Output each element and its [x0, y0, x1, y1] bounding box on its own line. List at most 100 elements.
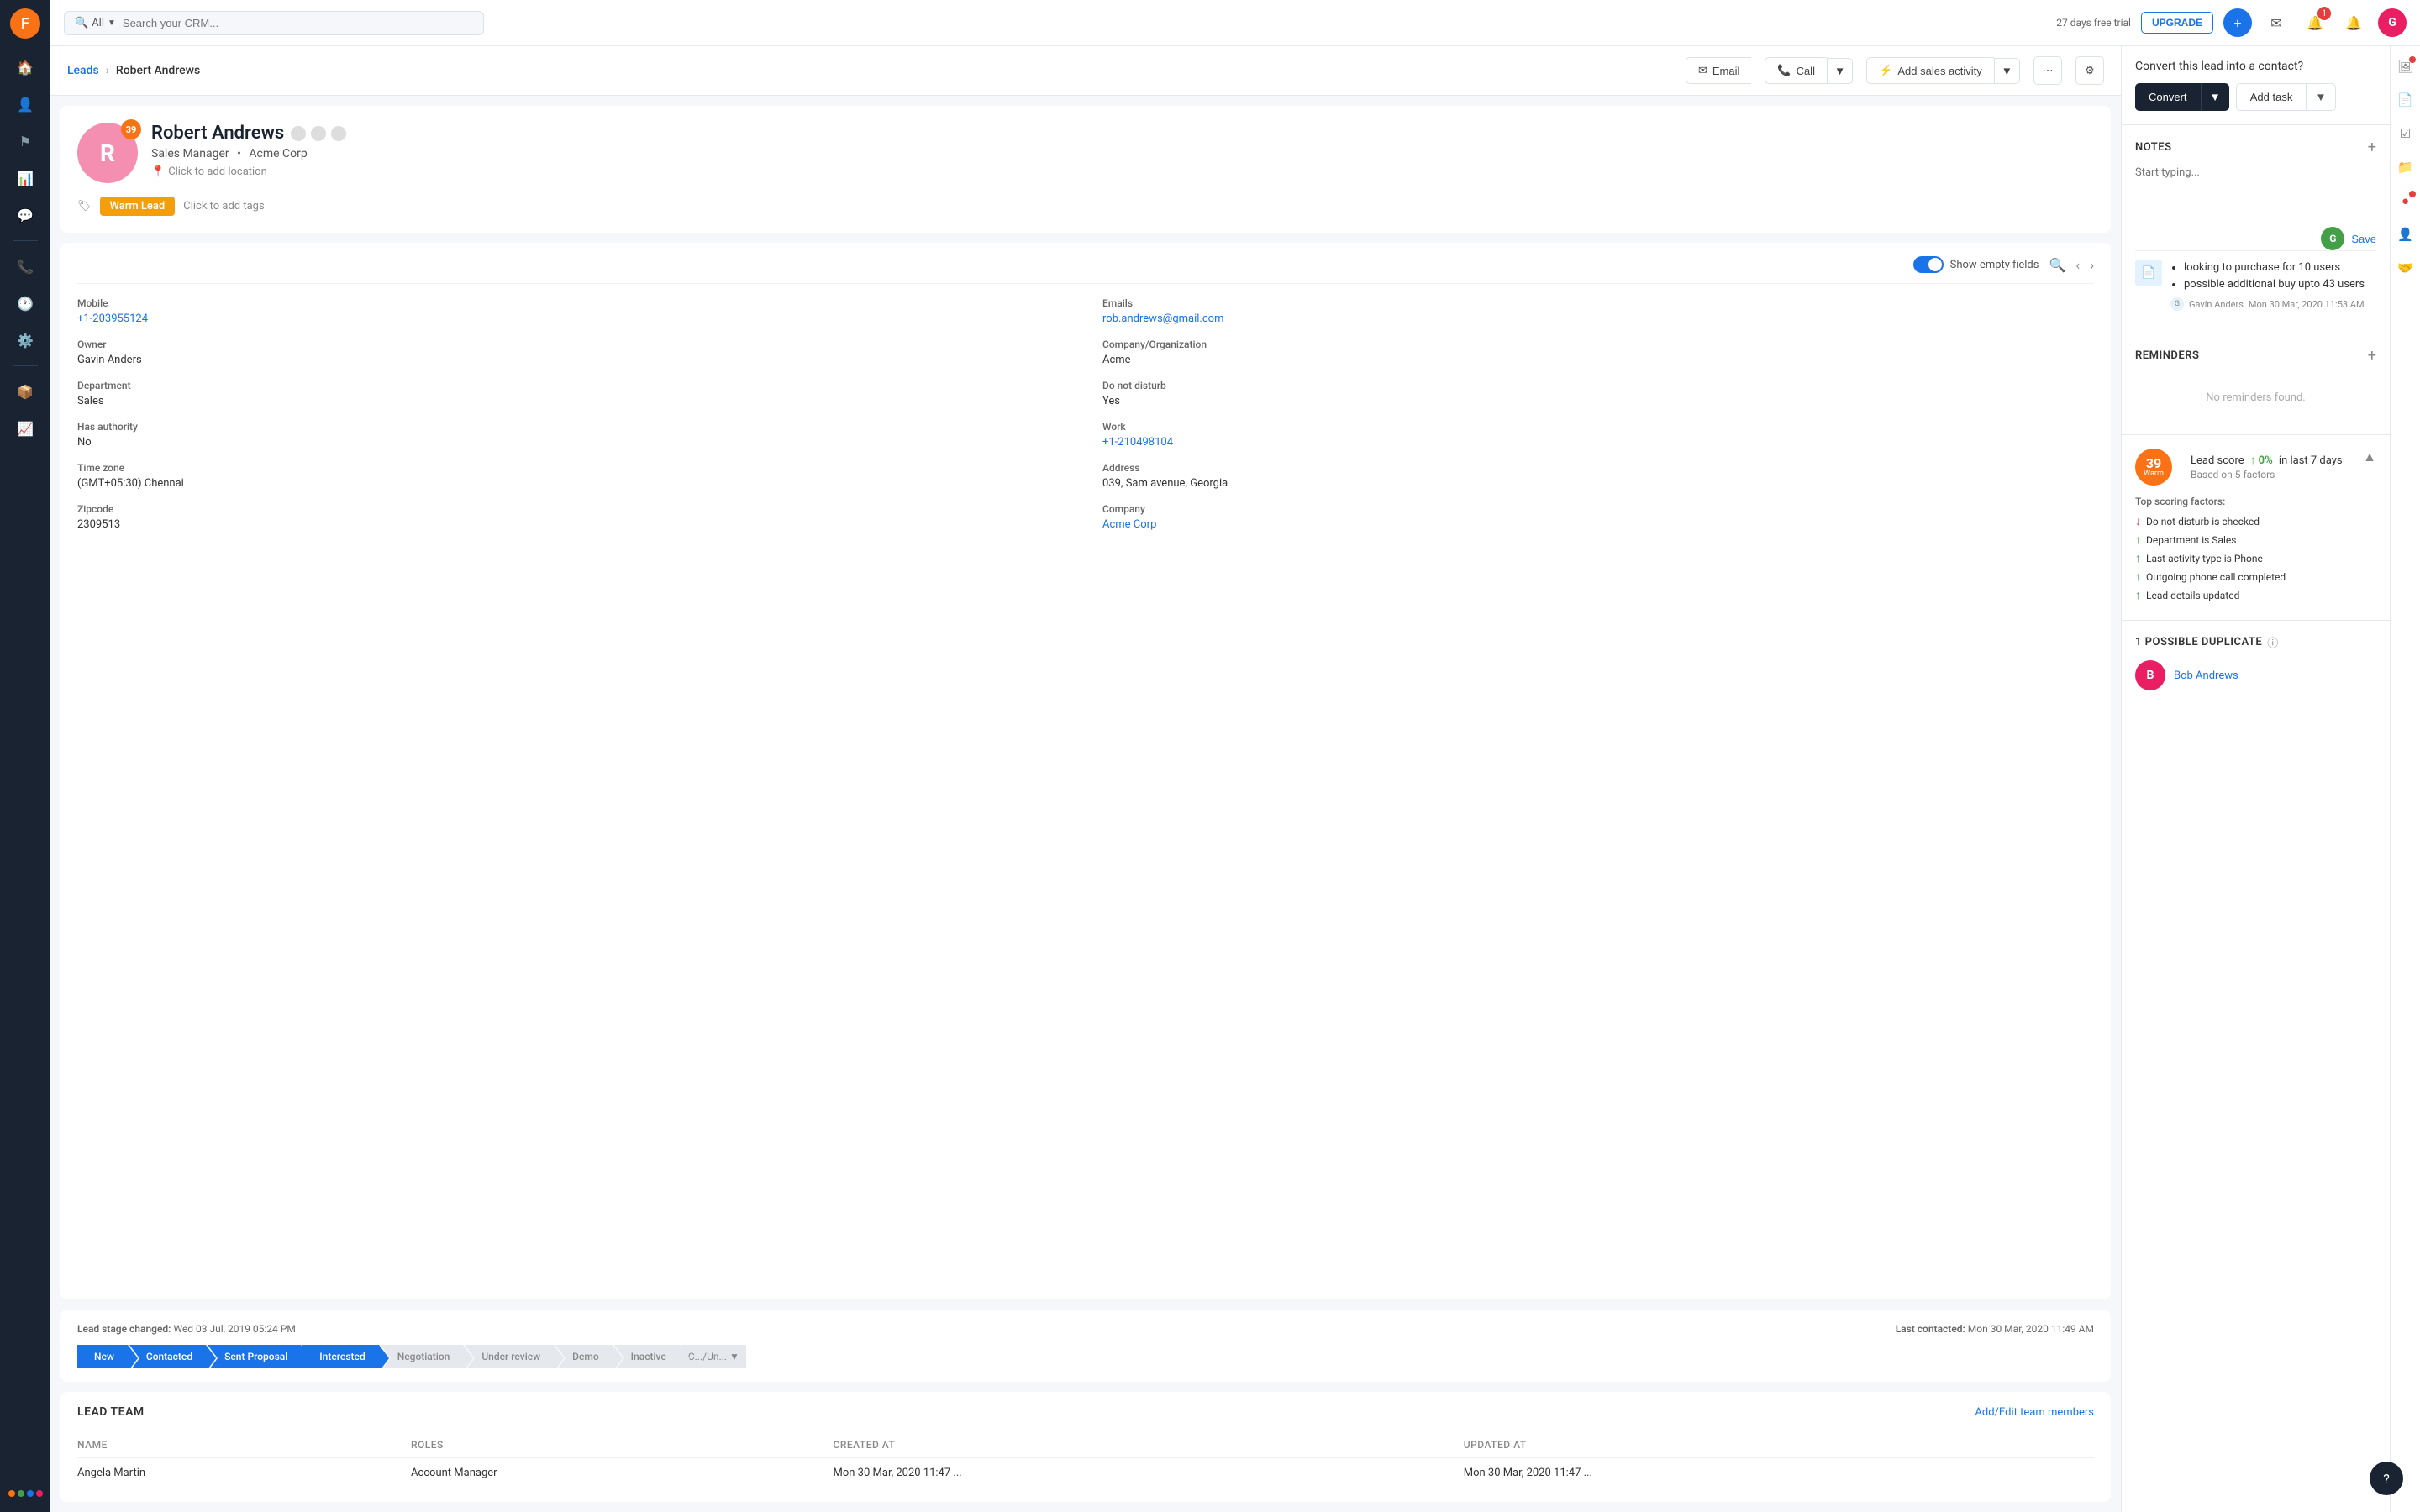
note-author-avatar: G: [2170, 297, 2184, 311]
right-icon-image[interactable]: 🖼: [2394, 55, 2417, 78]
field-row: Emailsrob.andrews@gmail.com: [1102, 297, 2094, 325]
add-activity-button[interactable]: ⚡ Add sales activity: [1866, 57, 1994, 84]
stage-item-inactive[interactable]: Inactive: [614, 1345, 680, 1368]
field-value[interactable]: rob.andrews@gmail.com: [1102, 312, 2094, 325]
field-value[interactable]: Acme Corp: [1102, 518, 2094, 531]
factor-up-icon: ↑: [2135, 533, 2141, 547]
notifications-icon-button[interactable]: 🔔 1: [2301, 8, 2329, 37]
fields-section: Show empty fields 🔍 ‹ › Mobile+1-2039551…: [60, 243, 2111, 1299]
field-row: Time zone(GMT+05:30) Chennai: [77, 462, 1069, 490]
sidebar-item-reports[interactable]: 📈: [10, 413, 40, 444]
sidebar-divider-2: [13, 365, 38, 366]
sidebar-item-contacts[interactable]: 👤: [10, 89, 40, 119]
upgrade-button[interactable]: UPGRADE: [2141, 12, 2213, 34]
search-input[interactable]: [123, 17, 473, 29]
factor-text: Last activity type is Phone: [2146, 553, 2263, 564]
add-reminder-button[interactable]: +: [2368, 347, 2376, 365]
convert-dropdown-button[interactable]: ▼: [2201, 83, 2229, 111]
sidebar-item-home[interactable]: 🏠: [10, 52, 40, 82]
save-note-button[interactable]: Save: [2351, 233, 2376, 245]
add-activity-dropdown-button[interactable]: ▼: [1994, 58, 2020, 84]
factor-up-icon: ↑: [2135, 551, 2141, 565]
toggle-switch[interactable]: [1913, 256, 1944, 273]
help-button[interactable]: ?: [2370, 1462, 2403, 1495]
profile-score-badge: 39: [121, 119, 141, 139]
stage-item-contacted[interactable]: Contacted: [129, 1345, 206, 1368]
right-icon-folder[interactable]: 📁: [2394, 155, 2417, 179]
user-avatar[interactable]: G: [2378, 8, 2407, 37]
add-activity-group: ⚡ Add sales activity ▼: [1866, 57, 2020, 84]
sidebar-item-dashboard[interactable]: 📊: [10, 163, 40, 193]
sidebar-item-leads[interactable]: ⚑: [10, 126, 40, 156]
settings-button[interactable]: ⚙: [2075, 56, 2104, 85]
note-list-item: looking to purchase for 10 users: [2184, 260, 2376, 276]
social-icon-3[interactable]: [331, 126, 346, 141]
col-roles: ROLES: [411, 1432, 834, 1458]
field-value[interactable]: +1-203955124: [77, 312, 1069, 325]
member-updated: Mon 30 Mar, 2020 11:47 ...: [1464, 1458, 2094, 1488]
search-filter-all[interactable]: 🔍 All ▼: [75, 17, 116, 29]
field-value: Gavin Anders: [77, 354, 1069, 366]
stage-item-negotiation[interactable]: Negotiation: [381, 1345, 464, 1368]
profile-header: R 39 Robert Andrews: [77, 123, 2094, 183]
more-options-button[interactable]: ⋯: [2033, 56, 2062, 85]
add-tag-button[interactable]: Click to add tags: [183, 200, 264, 213]
show-empty-toggle[interactable]: Show empty fields: [1913, 256, 2039, 273]
stage-item-new[interactable]: New: [77, 1345, 128, 1368]
right-icon-handshake[interactable]: 🤝: [2394, 256, 2417, 280]
duplicate-name[interactable]: Bob Andrews: [2174, 669, 2238, 682]
alerts-icon-button[interactable]: 🔔: [2339, 8, 2368, 37]
app-logo[interactable]: F: [10, 8, 40, 39]
sidebar-item-messages[interactable]: 💬: [10, 200, 40, 230]
nav-next-icon[interactable]: ›: [2090, 257, 2094, 273]
stage-item-sent-proposal[interactable]: Sent Proposal: [208, 1345, 301, 1368]
col-name: NAME: [77, 1432, 411, 1458]
call-button[interactable]: 📞 Call: [1765, 57, 1827, 84]
notes-input[interactable]: [2135, 166, 2376, 217]
nav-prev-icon[interactable]: ‹: [2075, 257, 2080, 273]
sidebar-item-phone[interactable]: 📞: [10, 251, 40, 281]
team-header: LEAD TEAM Add/Edit team members: [77, 1405, 2094, 1419]
field-label: Owner: [77, 339, 1069, 350]
add-task-button[interactable]: Add task: [2236, 83, 2307, 111]
trial-text: 27 days free trial: [2056, 17, 2131, 29]
add-button[interactable]: +: [2223, 8, 2252, 37]
warm-lead-tag[interactable]: Warm Lead: [100, 197, 176, 216]
profile-location[interactable]: 📍 Click to add location: [151, 165, 2094, 178]
right-icon-red-circle[interactable]: ●: [2394, 189, 2417, 213]
convert-section: Convert this lead into a contact? Conver…: [2122, 46, 2390, 125]
call-dropdown-button[interactable]: ▼: [1827, 58, 1853, 84]
add-task-dropdown-button[interactable]: ▼: [2307, 83, 2335, 111]
member-role: Account Manager: [411, 1458, 834, 1488]
email-icon-button[interactable]: ✉: [2262, 8, 2291, 37]
stage-item-under-review[interactable]: Under review: [465, 1345, 554, 1368]
score-collapse-icon[interactable]: ▲: [2363, 449, 2376, 465]
sidebar-item-products[interactable]: 📦: [10, 376, 40, 407]
right-icon-document[interactable]: 📄: [2394, 88, 2417, 112]
add-edit-team-link[interactable]: Add/Edit team members: [1975, 1406, 2094, 1419]
right-icon-checklist[interactable]: ☑: [2394, 122, 2417, 145]
sidebar-item-settings[interactable]: ⚙️: [10, 325, 40, 355]
email-action-group: ✉ Email: [1686, 57, 1751, 84]
stage-more[interactable]: C.../Un... ▼: [681, 1345, 746, 1368]
email-label: Email: [1712, 65, 1740, 77]
field-value: 039, Sam avenue, Georgia: [1102, 477, 2094, 490]
stage-item-demo[interactable]: Demo: [555, 1345, 613, 1368]
stage-item-interested[interactable]: Interested: [302, 1345, 378, 1368]
social-icon-1[interactable]: [291, 126, 306, 141]
search-bar[interactable]: 🔍 All ▼: [64, 11, 484, 35]
search-fields-icon[interactable]: 🔍: [2049, 257, 2065, 273]
field-label: Zipcode: [77, 503, 1069, 515]
location-placeholder: Click to add location: [168, 165, 267, 178]
breadcrumb-leads-link[interactable]: Leads: [67, 64, 99, 77]
social-icon-2[interactable]: [311, 126, 326, 141]
right-icon-person[interactable]: 👤: [2394, 223, 2417, 246]
duplicate-section: 1 POSSIBLE DUPLICATE ⓘ B Bob Andrews: [2122, 621, 2390, 704]
convert-title: Convert this lead into a contact?: [2135, 60, 2376, 73]
add-note-button[interactable]: +: [2368, 139, 2376, 156]
sidebar-item-activity[interactable]: 🕐: [10, 288, 40, 318]
convert-button[interactable]: Convert: [2135, 83, 2201, 111]
email-button[interactable]: ✉ Email: [1686, 57, 1751, 84]
field-value[interactable]: +1-210498104: [1102, 436, 2094, 449]
duplicate-info-icon[interactable]: ⓘ: [2267, 634, 2278, 650]
